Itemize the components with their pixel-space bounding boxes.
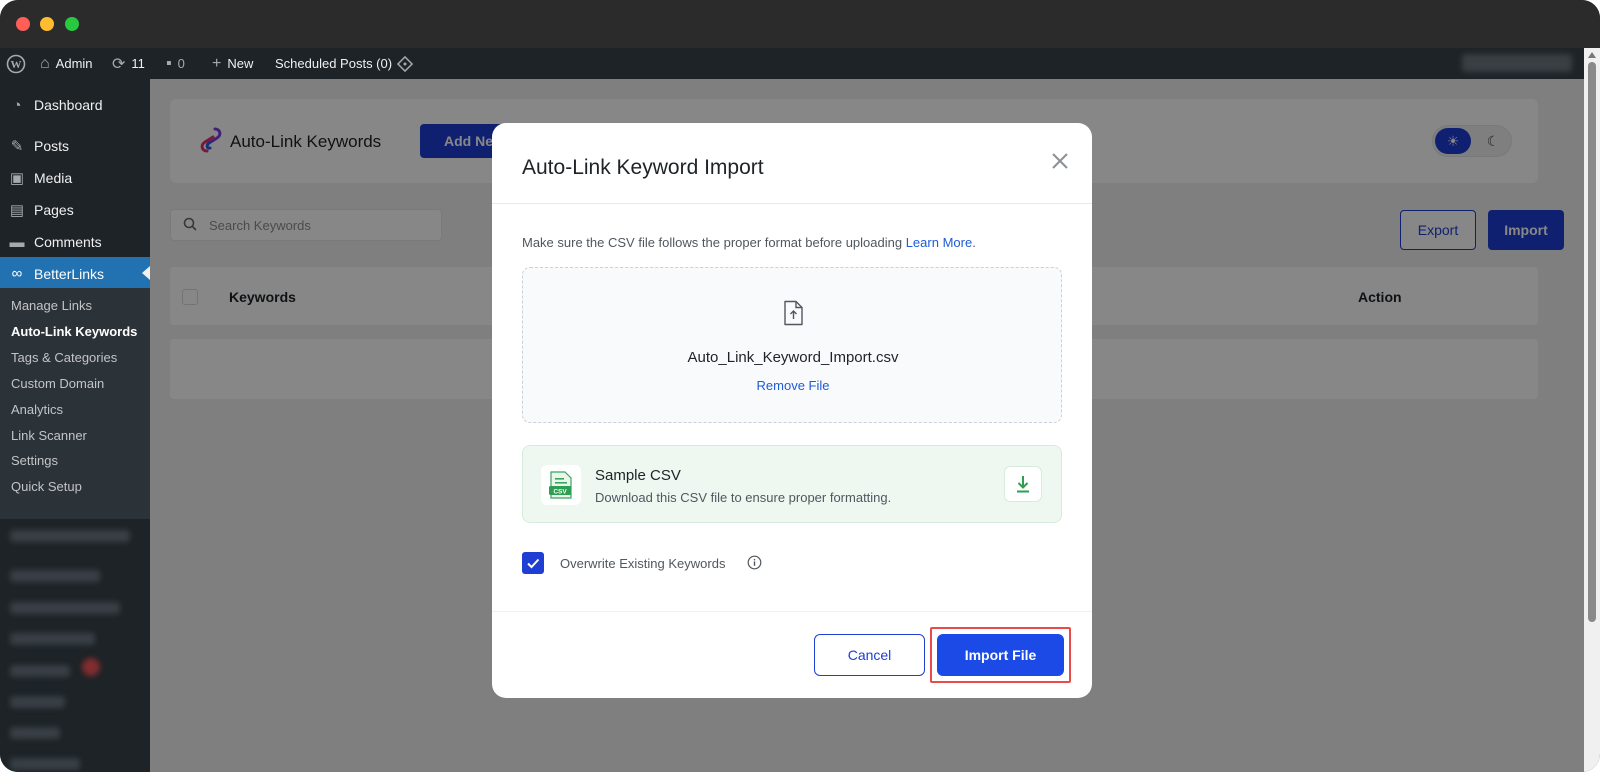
- submenu-quick-setup[interactable]: Quick Setup: [11, 479, 82, 494]
- instructions-text: Make sure the CSV file follows the prope…: [522, 235, 906, 250]
- sidebar-item-posts[interactable]: ✎ Posts: [0, 130, 150, 162]
- modal-header-divider: [492, 203, 1092, 204]
- file-dropzone[interactable]: Auto_Link_Keyword_Import.csv Remove File: [522, 267, 1062, 423]
- sidebar-item-dashboard[interactable]: ◔ Dashboard: [0, 89, 150, 121]
- sample-csv-title: Sample CSV: [595, 467, 681, 484]
- sidebar-item-label: Media: [34, 170, 73, 186]
- close-icon[interactable]: [1048, 149, 1072, 173]
- active-arrow: [142, 266, 150, 280]
- admin-bar-new[interactable]: + New: [212, 48, 253, 79]
- submenu-analytics[interactable]: Analytics: [11, 402, 63, 417]
- overwrite-label: Overwrite Existing Keywords: [560, 556, 726, 571]
- submenu-custom-domain[interactable]: Custom Domain: [11, 376, 104, 391]
- media-icon: ▣: [9, 170, 25, 187]
- submenu-tags-categories[interactable]: Tags & Categories: [11, 350, 117, 365]
- sidebar-item-label: BetterLinks: [34, 265, 105, 282]
- wp-admin-bar: W ⌂ Admin ⟳ 11 ▪ 0 + New Scheduled Posts…: [0, 48, 1584, 79]
- import-file-button[interactable]: Import File: [937, 634, 1064, 676]
- cancel-button[interactable]: Cancel: [814, 634, 925, 676]
- new-label: New: [227, 56, 254, 71]
- diamond-icon[interactable]: [396, 48, 414, 79]
- minimize-window-button[interactable]: [40, 17, 54, 31]
- scrollbar-thumb[interactable]: [1588, 62, 1596, 622]
- sample-csv-description: Download this CSV file to ensure proper …: [595, 490, 892, 505]
- overwrite-checkbox[interactable]: [522, 552, 544, 574]
- instructions-end: .: [972, 235, 976, 250]
- comments-icon: ▪: [166, 54, 172, 72]
- sidebar-item-comments[interactable]: ▬ Comments: [0, 226, 150, 258]
- link-icon: ∞: [11, 265, 23, 282]
- wp-admin-sidebar: ◔ Dashboard ✎ Posts ▣ Media ▤ Pages ▬ Co…: [0, 79, 150, 772]
- sidebar-item-label: Comments: [34, 234, 102, 250]
- sidebar-item-label: Posts: [34, 138, 70, 154]
- uploaded-file-name: Auto_Link_Keyword_Import.csv: [687, 349, 899, 366]
- comments-count: 0: [177, 56, 185, 71]
- scroll-up-arrow[interactable]: [1588, 52, 1596, 58]
- import-modal: Auto-Link Keyword Import Make sure the C…: [492, 123, 1092, 698]
- sidebar-item-label: Pages: [34, 202, 74, 218]
- download-icon: [1017, 476, 1029, 493]
- admin-bar-scheduled-posts[interactable]: Scheduled Posts (0): [275, 48, 392, 79]
- dashboard-icon: ◔: [12, 96, 22, 114]
- svg-text:W: W: [11, 59, 22, 71]
- admin-bar-updates[interactable]: ⟳ 11: [112, 48, 145, 79]
- admin-bar-site[interactable]: ⌂ Admin: [40, 48, 93, 79]
- modal-footer-divider: [492, 611, 1092, 612]
- sidebar-item-media[interactable]: ▣ Media: [0, 162, 150, 194]
- submenu-link-scanner[interactable]: Link Scanner: [11, 428, 87, 443]
- close-window-button[interactable]: [16, 17, 30, 31]
- submenu-auto-link-keywords[interactable]: Auto-Link Keywords: [11, 324, 137, 339]
- remove-file-link[interactable]: Remove File: [523, 378, 1063, 393]
- comment-icon: ▬: [9, 233, 25, 251]
- admin-bar-comments[interactable]: ▪ 0: [166, 48, 185, 79]
- plus-icon: +: [212, 54, 222, 72]
- sidebar-item-pages[interactable]: ▤ Pages: [0, 194, 150, 226]
- submenu-settings[interactable]: Settings: [11, 453, 58, 468]
- modal-instructions: Make sure the CSV file follows the prope…: [522, 235, 976, 250]
- download-sample-button[interactable]: [1004, 466, 1042, 502]
- learn-more-link[interactable]: Learn More: [906, 235, 972, 250]
- account-menu-blurred[interactable]: [1462, 54, 1572, 72]
- blurred-sidebar-items: [0, 520, 150, 772]
- checkmark-icon: [527, 558, 540, 569]
- pin-icon: ✎: [10, 138, 24, 155]
- updates-icon: ⟳: [112, 55, 126, 73]
- modal-title: Auto-Link Keyword Import: [522, 156, 764, 179]
- sample-csv-card: CSV Sample CSV Download this CSV file to…: [522, 445, 1062, 523]
- app-window: W ⌂ Admin ⟳ 11 ▪ 0 + New Scheduled Posts…: [0, 0, 1600, 772]
- csv-badge-text: CSV: [553, 489, 567, 496]
- info-icon[interactable]: [747, 555, 762, 570]
- file-upload-icon: [784, 300, 803, 326]
- home-icon: ⌂: [40, 54, 50, 72]
- sidebar-item-label: Dashboard: [34, 97, 103, 113]
- sidebar-item-betterlinks[interactable]: ∞ BetterLinks: [0, 257, 150, 290]
- csv-file-icon: CSV: [541, 465, 581, 505]
- submenu-manage-links[interactable]: Manage Links: [11, 298, 92, 313]
- maximize-window-button[interactable]: [65, 17, 79, 31]
- updates-count: 11: [131, 56, 145, 71]
- site-name: Admin: [55, 56, 93, 71]
- wordpress-icon[interactable]: W: [6, 48, 26, 79]
- betterlinks-submenu: Manage Links Auto-Link Keywords Tags & C…: [0, 288, 150, 519]
- page-scrollbar[interactable]: [1584, 48, 1600, 772]
- window-titlebar: [0, 0, 1600, 48]
- scheduled-posts-label: Scheduled Posts (0): [275, 56, 393, 71]
- pages-icon: ▤: [9, 202, 25, 219]
